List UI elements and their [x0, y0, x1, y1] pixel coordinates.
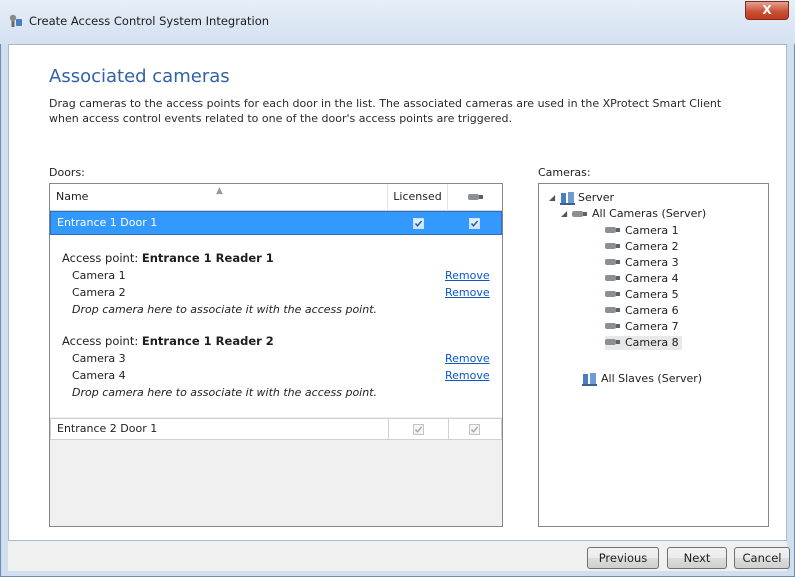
tree-label: Camera 6: [625, 304, 679, 317]
camera-icon: [605, 243, 620, 249]
tree-node-camera[interactable]: Camera 5: [605, 288, 679, 302]
tree-node-camera[interactable]: Camera 1: [605, 224, 679, 238]
associated-camera: Camera 4: [72, 369, 126, 382]
camera-icon: [605, 339, 620, 345]
door-name: Entrance 1 Door 1: [57, 216, 158, 229]
previous-button[interactable]: Previous: [587, 547, 659, 569]
column-divider: [388, 419, 389, 439]
column-header-camera[interactable]: [448, 184, 502, 210]
tree-label: All Slaves (Server): [601, 372, 703, 385]
camera-icon: [605, 323, 620, 329]
cancel-button[interactable]: Cancel: [734, 547, 790, 569]
associated-camera: Camera 3: [72, 352, 126, 365]
tree-node-camera[interactable]: Camera 3: [605, 256, 679, 270]
expand-arrow-icon: ◢: [561, 209, 568, 218]
camera-icon: [605, 259, 620, 265]
title-bar: Create Access Control System Integration…: [0, 0, 795, 44]
access-point-prefix: Access point:: [62, 251, 139, 265]
camera-icon: [605, 275, 620, 281]
column-licensed-label: Licensed: [393, 190, 442, 203]
close-icon: X: [762, 3, 772, 17]
tree-label: Camera 1: [625, 224, 679, 237]
next-button[interactable]: Next: [667, 547, 727, 569]
grid-header: Name ▲ Licensed: [50, 184, 502, 211]
camera-icon: [605, 291, 620, 297]
door-name: Entrance 2 Door 1: [57, 422, 158, 435]
cameras-label: Cameras:: [538, 166, 591, 179]
column-header-name[interactable]: Name ▲: [50, 184, 388, 210]
remove-link[interactable]: Remove: [445, 269, 490, 282]
tree-label: Camera 2: [625, 240, 679, 253]
access-point-prefix: Access point:: [62, 334, 139, 348]
camera-icon: [605, 227, 620, 233]
tree-node-camera[interactable]: Camera 6: [605, 304, 679, 318]
page-description: Drag cameras to the access points for ea…: [49, 97, 722, 125]
licensed-checkbox[interactable]: [413, 424, 424, 435]
tree-label: Camera 4: [625, 272, 679, 285]
doors-grid[interactable]: Name ▲ Licensed Entrance 1 Door 1 Access…: [49, 183, 503, 527]
tree-node-camera[interactable]: Camera 2: [605, 240, 679, 254]
column-name-label: Name: [56, 190, 89, 203]
tree-label: All Cameras (Server): [592, 207, 707, 220]
tree-label: Camera 8: [625, 336, 679, 349]
associated-camera: Camera 2: [72, 286, 126, 299]
doors-label: Doors:: [49, 166, 85, 179]
door-row[interactable]: Entrance 2 Door 1: [50, 418, 502, 440]
access-point-title: Access point: Entrance 1 Reader 2: [62, 334, 274, 348]
access-point-title: Access point: Entrance 1 Reader 1: [62, 251, 274, 265]
access-point-name: Entrance 1 Reader 1: [141, 251, 274, 265]
camera-group-icon: [572, 211, 587, 217]
camera-icon: [468, 194, 483, 200]
door-details-panel: Access point: Entrance 1 Reader 1 Camera…: [50, 235, 502, 417]
tree-label: Camera 7: [625, 320, 679, 333]
drop-target[interactable]: Drop camera here to associate it with th…: [72, 303, 377, 316]
tree-label: Server: [578, 191, 615, 204]
drop-target[interactable]: Drop camera here to associate it with th…: [72, 386, 377, 399]
tree-node-camera[interactable]: Camera 7: [605, 320, 679, 334]
app-icon: [9, 14, 22, 27]
expand-arrow-icon: ◢: [549, 193, 556, 202]
page-heading: Associated cameras: [49, 66, 230, 87]
sort-indicator-icon: ▲: [216, 186, 223, 196]
camera-icon: [605, 307, 620, 313]
camera-checkbox[interactable]: [469, 424, 480, 435]
remove-link[interactable]: Remove: [445, 352, 490, 365]
tree-label: Camera 5: [625, 288, 679, 301]
column-divider: [448, 419, 449, 439]
remove-link[interactable]: Remove: [445, 369, 490, 382]
cameras-tree[interactable]: ◢ Server ◢ All Cameras (Server) Camera 1…: [538, 183, 769, 527]
column-header-licensed[interactable]: Licensed: [388, 184, 448, 210]
server-icon: [582, 373, 597, 386]
remove-link[interactable]: Remove: [445, 286, 490, 299]
access-point-name: Entrance 1 Reader 2: [141, 334, 274, 348]
tree-label: Camera 3: [625, 256, 679, 269]
tree-node-camera[interactable]: Camera 8: [605, 336, 682, 350]
close-button[interactable]: X: [745, 1, 789, 20]
camera-checkbox[interactable]: [469, 218, 480, 229]
associated-camera: Camera 1: [72, 269, 126, 282]
server-icon: [560, 192, 575, 205]
door-row[interactable]: Entrance 1 Door 1: [50, 211, 502, 235]
licensed-checkbox[interactable]: [413, 218, 424, 229]
tree-node-camera[interactable]: Camera 4: [605, 272, 679, 286]
window-title: Create Access Control System Integration: [29, 14, 270, 28]
